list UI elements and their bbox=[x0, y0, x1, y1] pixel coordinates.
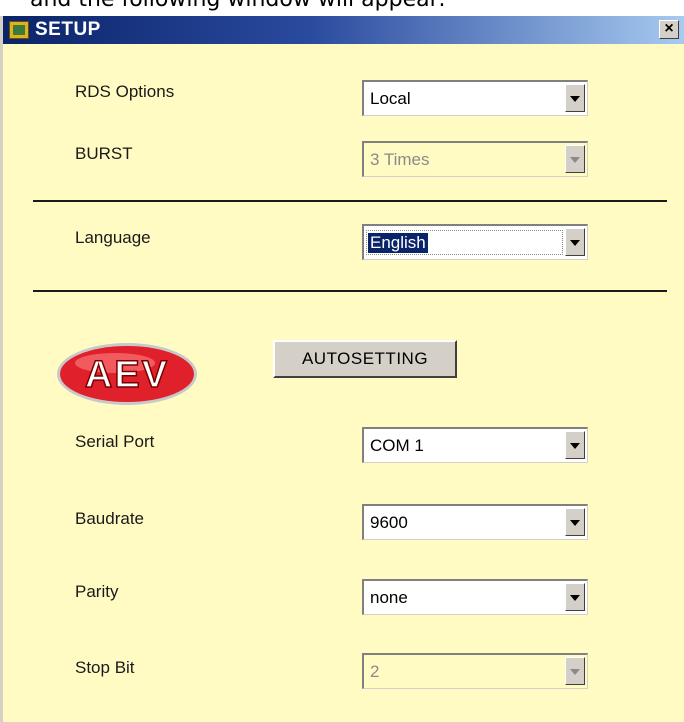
close-button[interactable]: × bbox=[659, 20, 679, 39]
chevron-down-icon[interactable] bbox=[565, 508, 585, 536]
rds-options-select[interactable]: Local bbox=[362, 80, 588, 116]
parity-label: Parity bbox=[75, 582, 119, 601]
setup-app-icon bbox=[9, 21, 29, 39]
burst-select: 3 Times bbox=[362, 141, 588, 177]
logo-text: AEV bbox=[85, 354, 169, 396]
divider-top bbox=[33, 200, 667, 202]
parity-select[interactable]: none bbox=[362, 579, 588, 615]
baudrate-value: 9600 bbox=[370, 513, 408, 532]
serial-port-value: COM 1 bbox=[370, 436, 424, 455]
window-title: SETUP bbox=[35, 19, 101, 40]
chevron-down-icon bbox=[565, 657, 585, 685]
stop-bit-label: Stop Bit bbox=[75, 658, 135, 677]
chevron-down-icon[interactable] bbox=[565, 228, 585, 256]
rds-options-value: Local bbox=[370, 89, 411, 108]
stop-bit-select: 2 bbox=[362, 653, 588, 689]
language-label: Language bbox=[75, 228, 151, 247]
divider-bottom bbox=[33, 290, 667, 292]
setup-window: SETUP × RDS Options Local BURST 3 Times … bbox=[0, 16, 684, 722]
parity-value: none bbox=[370, 588, 408, 607]
burst-label: BURST bbox=[75, 144, 133, 163]
chevron-down-icon[interactable] bbox=[565, 583, 585, 611]
baudrate-select[interactable]: 9600 bbox=[362, 504, 588, 540]
burst-value: 3 Times bbox=[370, 150, 430, 169]
aev-logo: AEV bbox=[57, 343, 197, 405]
title-bar[interactable]: SETUP × bbox=[3, 16, 684, 44]
chevron-down-icon bbox=[565, 145, 585, 173]
autosetting-button[interactable]: AUTOSETTING bbox=[273, 340, 457, 378]
chevron-down-icon[interactable] bbox=[565, 84, 585, 112]
instruction-caption: and the following window will appear: bbox=[0, 0, 684, 14]
serial-port-select[interactable]: COM 1 bbox=[362, 427, 588, 463]
serial-port-label: Serial Port bbox=[75, 432, 155, 451]
stop-bit-value: 2 bbox=[370, 662, 380, 681]
language-value: English bbox=[368, 233, 428, 253]
language-select[interactable]: English bbox=[362, 224, 588, 260]
baudrate-label: Baudrate bbox=[75, 509, 144, 528]
close-icon: × bbox=[664, 20, 674, 37]
rds-options-label: RDS Options bbox=[75, 82, 175, 101]
chevron-down-icon[interactable] bbox=[565, 431, 585, 459]
